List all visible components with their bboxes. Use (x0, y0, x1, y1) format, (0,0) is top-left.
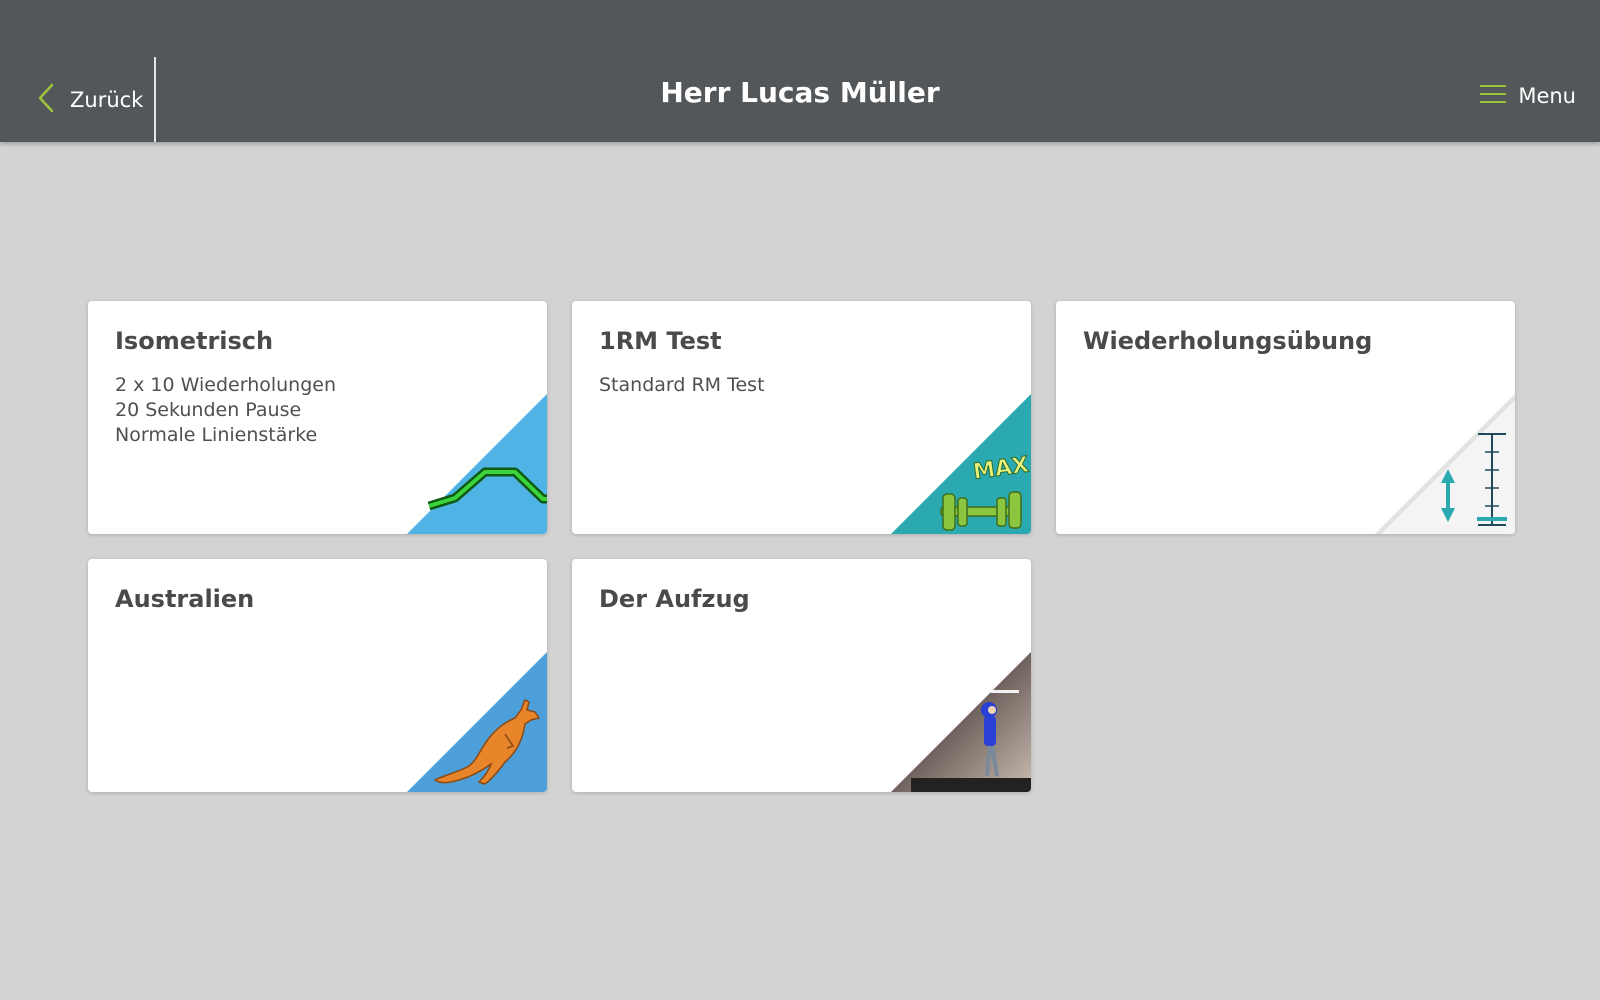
card-description: Standard RM Test (599, 373, 765, 398)
card-title: Der Aufzug (599, 585, 750, 613)
card-title: Isometrisch (115, 327, 274, 355)
card-description: 2 x 10 Wiederholungen 20 Sekunden Pause … (115, 373, 336, 448)
exercise-card-australien[interactable]: Australien (88, 559, 547, 792)
card-line: Standard RM Test (599, 374, 765, 396)
max-dumbbell-icon: MAX (891, 394, 1031, 534)
card-line: 20 Sekunden Pause (115, 399, 302, 421)
card-title: Australien (115, 585, 255, 613)
app-header: Zurück Herr Lucas Müller Menu (0, 0, 1600, 142)
hamburger-icon (1478, 83, 1508, 109)
card-line: 2 x 10 Wiederholungen (115, 374, 337, 396)
card-line: Normale Linienstärke (115, 424, 318, 446)
repetition-scale-icon (1375, 394, 1515, 534)
card-title: 1RM Test (599, 327, 722, 355)
menu-button[interactable]: Menu (1478, 80, 1576, 112)
exercise-card-wiederholungsuebung[interactable]: Wiederholungsübung (1056, 301, 1515, 534)
menu-label: Menu (1518, 84, 1576, 108)
isometric-line-icon (407, 394, 547, 534)
page-title: Herr Lucas Müller (660, 76, 940, 109)
exercise-card-der-aufzug[interactable]: Der Aufzug (572, 559, 1031, 792)
exercise-card-1rm-test[interactable]: 1RM Test Standard RM Test MAX (572, 301, 1031, 534)
elevator-scene-icon (891, 652, 1031, 792)
kangaroo-icon (407, 652, 547, 792)
card-title: Wiederholungsübung (1083, 327, 1373, 355)
exercise-card-isometrisch[interactable]: Isometrisch 2 x 10 Wiederholungen 20 Sek… (88, 301, 547, 534)
